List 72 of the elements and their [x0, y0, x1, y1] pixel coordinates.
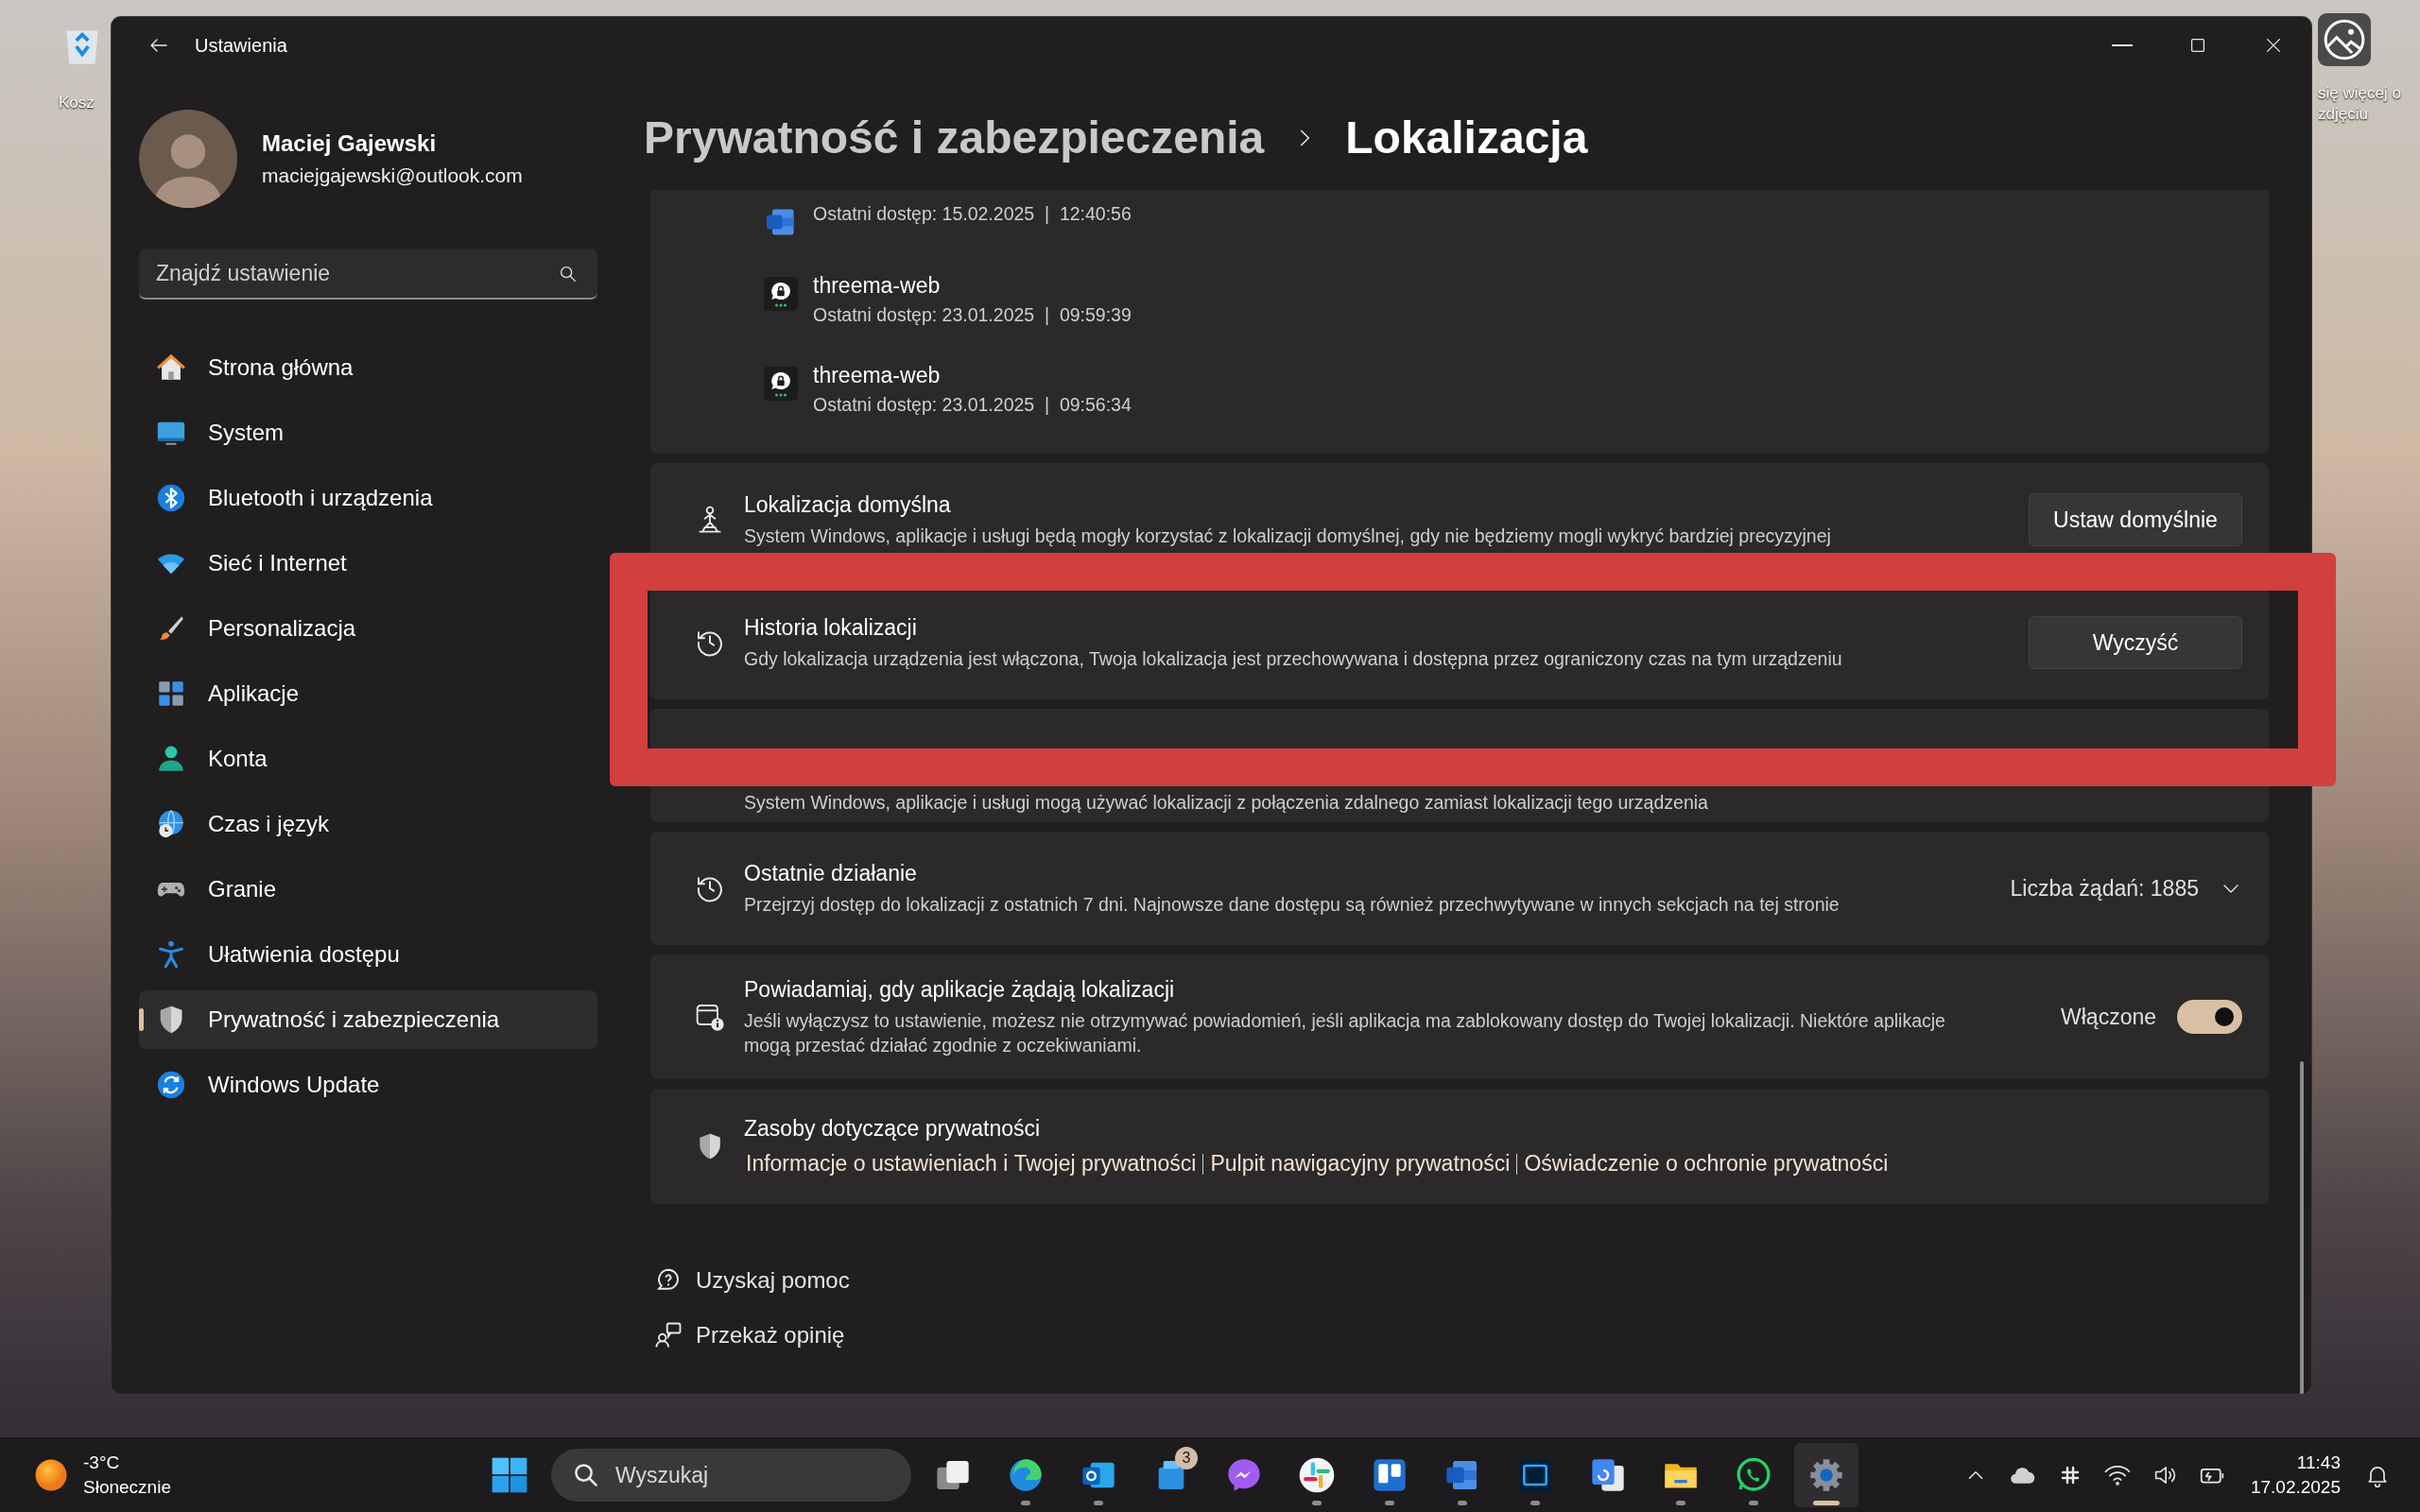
action-button[interactable]: Wyczyść: [2029, 616, 2242, 669]
window-title: Ustawienia: [195, 34, 287, 57]
minimize-icon: [2112, 44, 2133, 46]
setting-description: Jeśli wyłączysz to ustawienie, możesz nie otrzymywać powiadomień, jeśli aplikacja ma zablokowany dostęp do Twojej lokalizacji. Niektóre aplikacje mogą przestać działać zgodnie z oczekiwaniami.: [744, 1008, 1946, 1057]
clock-time: 11:43: [2296, 1452, 2341, 1474]
help-link[interactable]: Przekaż opinię: [696, 1322, 845, 1349]
setting-title: Historia lokalizacji: [744, 614, 918, 641]
app-name: threema-web: [813, 272, 942, 299]
app-name: threema-web: [813, 363, 942, 389]
nav-item[interactable]: Ułatwienia dostępu: [139, 925, 597, 984]
nav-item[interactable]: Aplikacje: [139, 664, 597, 723]
nav-item[interactable]: Strona główna: [139, 338, 597, 397]
temperature[interactable]: -3°C: [83, 1451, 171, 1475]
setting-description: Gdy lokalizacja urządzenia jest włączona, Twoja lokalizacja jest przechowywana i dostępna przez ograniczony czas na tym urządzeniu: [744, 646, 1843, 671]
nav-item[interactable]: Windows Update: [139, 1056, 597, 1114]
toggle-state-label: Włączone: [2061, 1004, 2156, 1030]
chat-lock-icon: [764, 367, 798, 402]
toggle-switch[interactable]: [2177, 1000, 2242, 1034]
search-icon: [558, 264, 579, 284]
swirl-icon: [1007, 1456, 1045, 1494]
notification-count: 3: [1175, 1447, 1198, 1469]
gear-icon: [1807, 1456, 1845, 1494]
nav-item[interactable]: Personalizacja: [139, 599, 597, 658]
setting-title: Ostatnie działanie: [744, 860, 918, 886]
setting-title: Powiadamiaj, gdy aplikacje żądają lokalizacji: [744, 976, 1176, 1003]
privacy-link[interactable]: Pulpit nawigacyjny prywatności: [1203, 1151, 1517, 1177]
scrollbar[interactable]: [2300, 1061, 2304, 1394]
nav-item[interactable]: Konta: [139, 730, 597, 788]
search-icon: [572, 1461, 600, 1489]
search-field[interactable]: Znajdź ustawienie: [139, 249, 597, 300]
sync-icon: [155, 1069, 187, 1101]
request-count: Liczba żądań: 1885: [2010, 875, 2199, 902]
help-link[interactable]: Uzyskaj pomoc: [696, 1267, 850, 1294]
action-button[interactable]: Ustaw domyślnie: [2029, 493, 2242, 546]
chat-lock-icon: [764, 276, 798, 311]
breadcrumb-link[interactable]: Prywatność i zabezpieczenia: [644, 112, 1265, 163]
nav-item[interactable]: Prywatność i zabezpieczenia: [139, 990, 597, 1049]
taskbar-search-field[interactable]: Wyszukaj: [551, 1449, 911, 1502]
phone-bubble-icon: [1735, 1456, 1772, 1494]
taskbar-button[interactable]: [1794, 1443, 1858, 1507]
user-name: Maciej Gajewski: [262, 130, 438, 157]
last-access-time: Ostatni dostęp: 23.01.2025 | 09:59:39: [813, 302, 1132, 327]
nav-item[interactable]: Czas i język: [139, 795, 597, 853]
nav-item[interactable]: Sieć i Internet: [139, 534, 597, 593]
start-icon: [491, 1456, 528, 1494]
last-access-time: Ostatni dostęp: 15.02.2025 | 12:40:56: [813, 202, 1132, 226]
window-info-icon: [695, 1002, 725, 1032]
page-title: Lokalizacja: [1345, 112, 1588, 163]
nav-item[interactable]: System: [139, 404, 597, 462]
setting-description: System Windows, aplikacje i usługi będą mogły korzystać z lokalizacji domyślnej, gdy nie będziemy mogli wykryć bardziej precyzyjnej: [744, 524, 1832, 548]
privacy-link[interactable]: Oświadczenie o ochronie prywatności: [1517, 1151, 1895, 1177]
board-icon: [1371, 1456, 1409, 1494]
setting-title: Zasoby dotyczące prywatności: [744, 1116, 1042, 1142]
privacy-link[interactable]: Informacje o ustawieniach i Twojej prywatności: [744, 1151, 1203, 1177]
clock[interactable]: 11:43 17.02.2025: [2235, 1451, 2354, 1500]
nav-item[interactable]: Granie: [139, 860, 597, 919]
setting-description: Przejrzyj dostęp do lokalizacji z ostatnich 7 dni. Najnowsze dane dostępu są również przechwytywane w innych sekcjach na tej stronie: [744, 892, 1841, 917]
weather-condition[interactable]: Słonecznie: [83, 1475, 171, 1500]
nav-item[interactable]: Bluetooth i urządzenia: [139, 469, 597, 527]
setting-description: System Windows, aplikacje i usługi mogą używać lokalizacji z połączenia zdalnego zamiast lokalizacji tego urządzenia: [744, 791, 1709, 815]
sun-icon: [34, 1458, 68, 1492]
selection-indicator: [139, 1008, 144, 1031]
square-app-icon: [1516, 1456, 1554, 1494]
taskbar-button[interactable]: 3: [1139, 1443, 1203, 1507]
hash-icon: [1298, 1456, 1336, 1494]
user-email: maciejgajewski@outlook.com: [262, 164, 523, 187]
bluetooth-icon: [155, 482, 187, 514]
setting-title: Lokalizacja domyślna: [744, 491, 952, 518]
last-access-time: Ostatni dostęp: 23.01.2025 | 09:56:34: [813, 393, 1132, 418]
clock-date: 17.02.2025: [2250, 1476, 2341, 1499]
person-feedback-icon: [654, 1321, 683, 1349]
translate-icon: [1589, 1456, 1627, 1494]
